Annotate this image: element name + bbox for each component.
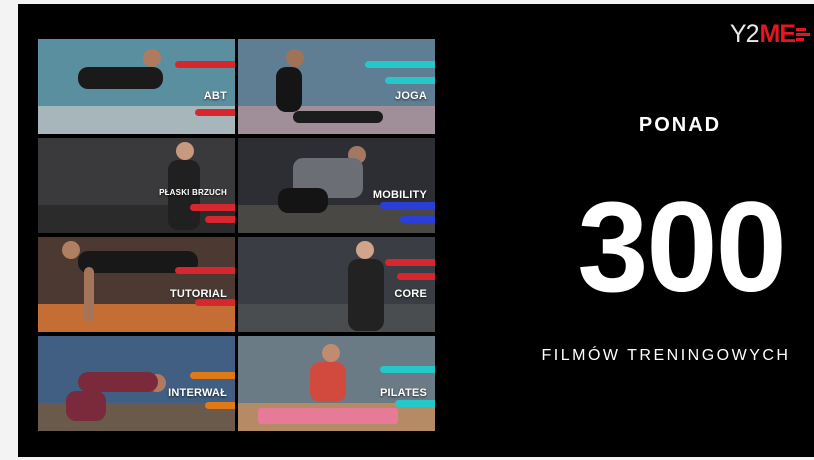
tile-label: ABT <box>203 90 227 102</box>
accent-stripe <box>380 202 435 209</box>
tile-label: TUTORIAL <box>169 288 227 300</box>
tile-abt[interactable]: ABT <box>38 39 235 134</box>
tile-tutorial[interactable]: TUTORIAL <box>38 237 235 332</box>
yoga-mat <box>258 408 398 424</box>
person-arm <box>84 267 94 322</box>
accent-stripe <box>365 61 435 68</box>
tile-core[interactable]: CORE <box>238 237 435 332</box>
person-head-icon <box>62 241 80 259</box>
accent-stripe <box>395 400 435 407</box>
tile-label: CORE <box>394 288 427 300</box>
person-figure <box>78 372 158 392</box>
person-figure <box>78 67 163 89</box>
accent-stripe <box>385 77 435 84</box>
accent-stripe <box>205 402 235 409</box>
accent-stripe <box>380 366 435 373</box>
headline-panel: PONAD 300 FILMÓW TRENINGOWYCH <box>458 4 814 457</box>
headline-subtitle: FILMÓW TRENINGOWYCH <box>541 347 791 364</box>
person-head-icon <box>356 241 374 259</box>
person-legs <box>66 391 106 421</box>
accent-stripe <box>175 61 235 68</box>
tile-floor <box>38 303 235 332</box>
accent-stripe <box>195 299 235 306</box>
person-head-icon <box>176 142 194 160</box>
tile-pilates[interactable]: PILATES <box>238 336 435 431</box>
tile-label: MOBILITY <box>372 189 427 201</box>
accent-stripe <box>190 372 235 379</box>
person-figure <box>276 67 302 112</box>
person-legs <box>293 111 383 123</box>
person-legs <box>278 188 328 213</box>
accent-stripe <box>190 204 235 211</box>
tile-interwal[interactable]: INTERWAŁ <box>38 336 235 431</box>
person-figure <box>348 259 384 331</box>
promo-banner: Y2 ME ABT JOGA PŁASKI BRZUCH MOBILITY TU… <box>18 4 814 457</box>
tile-mobility[interactable]: MOBILITY <box>238 138 435 233</box>
person-figure <box>310 362 346 402</box>
headline-ponad: PONAD <box>638 114 722 136</box>
person-head-icon <box>286 49 304 67</box>
accent-stripe <box>385 259 435 266</box>
person-head-icon <box>322 344 340 362</box>
tile-plaski-brzuch[interactable]: PŁASKI BRZUCH <box>38 138 235 233</box>
accent-stripe <box>175 267 235 274</box>
tile-label: INTERWAŁ <box>168 387 227 399</box>
tile-label: PŁASKI BRZUCH <box>159 188 227 197</box>
workout-category-grid: ABT JOGA PŁASKI BRZUCH MOBILITY TUTORIAL… <box>38 39 435 431</box>
person-head-icon <box>143 49 161 67</box>
accent-stripe <box>397 273 435 280</box>
tile-label: JOGA <box>395 90 427 102</box>
accent-stripe <box>195 109 235 116</box>
accent-stripe <box>400 216 435 223</box>
tile-floor <box>238 303 435 332</box>
accent-stripe <box>205 216 235 223</box>
headline-number: 300 <box>577 176 787 319</box>
tile-joga[interactable]: JOGA <box>238 39 435 134</box>
tile-label: PILATES <box>379 387 427 399</box>
